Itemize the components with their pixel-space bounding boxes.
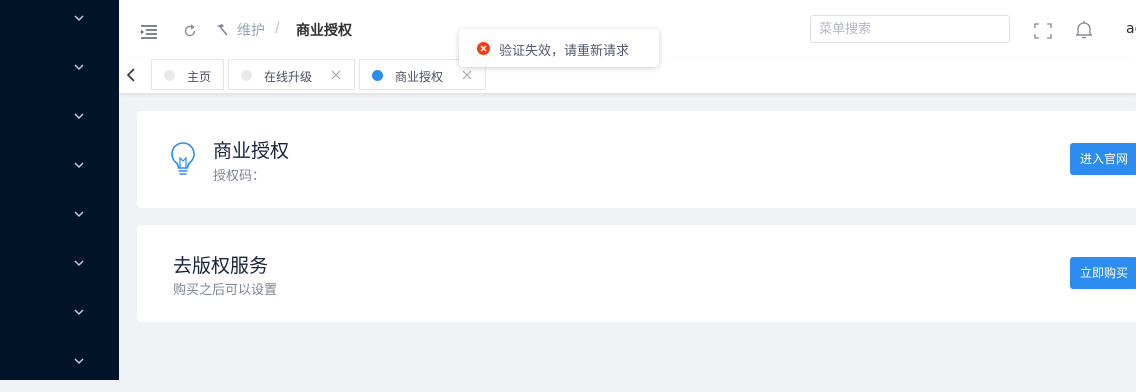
tab-label: 在线升级: [264, 70, 313, 84]
card-title: 去版权服务: [173, 255, 269, 277]
toast-message: 验证失效，请重新请求: [499, 44, 630, 59]
license-code-label: 授权码：: [213, 169, 266, 184]
fullscreen-icon[interactable]: [1034, 23, 1052, 39]
chevron-down-icon: [74, 209, 84, 219]
tab-status-dot: [164, 70, 175, 81]
refresh-icon[interactable]: [183, 23, 197, 37]
copyright-removal-card: 去版权服务 购买之后可以设置 立即购买: [137, 225, 1136, 322]
sidebar-item-4[interactable]: [0, 147, 119, 196]
sidebar-item-2[interactable]: [0, 49, 119, 98]
sidebar-item-3[interactable]: [0, 98, 119, 147]
sidebar-item-7[interactable]: [0, 294, 119, 343]
error-toast: 验证失效，请重新请求: [459, 29, 659, 67]
tab-label: 商业授权: [395, 70, 444, 84]
buy-now-button[interactable]: 立即购买: [1070, 257, 1136, 289]
breadcrumb-item-maintenance[interactable]: 维护: [237, 20, 265, 40]
tab-label: 主页: [187, 70, 212, 84]
chevron-down-icon: [74, 307, 84, 317]
card-title: 商业授权: [213, 140, 290, 162]
tab-online-upgrade[interactable]: 在线升级: [228, 59, 355, 90]
bell-icon[interactable]: [1074, 20, 1094, 40]
close-icon[interactable]: [461, 69, 473, 81]
chevron-down-icon: [74, 62, 84, 72]
chevron-down-icon: [74, 111, 84, 121]
tab-status-dot: [372, 70, 383, 81]
hammer-icon: [215, 22, 229, 36]
chevron-down-icon: [74, 13, 84, 23]
chevron-down-icon: [74, 160, 84, 170]
sidebar-item-8[interactable]: [0, 343, 119, 392]
breadcrumb-item-current: 商业授权: [296, 23, 352, 39]
sidebar-item-1[interactable]: [0, 0, 119, 49]
error-icon: [477, 42, 490, 55]
menu-search-input[interactable]: [810, 15, 1010, 43]
chevron-down-icon: [74, 356, 84, 366]
tab-home[interactable]: 主页: [151, 59, 224, 90]
chevron-down-icon: [74, 258, 84, 268]
sidebar: [0, 0, 119, 380]
lightbulb-icon: [169, 141, 197, 179]
close-icon[interactable]: [330, 69, 342, 81]
breadcrumb-separator: /: [275, 20, 280, 36]
chevron-left-icon[interactable]: [125, 67, 139, 83]
sidebar-item-6[interactable]: [0, 245, 119, 294]
license-card: 商业授权 授权码： 进入官网: [137, 111, 1136, 208]
sidebar-item-5[interactable]: [0, 196, 119, 245]
tab-status-dot: [241, 70, 252, 81]
visit-official-site-button[interactable]: 进入官网: [1070, 143, 1136, 175]
menu-toggle-icon[interactable]: [141, 24, 157, 39]
card-subtitle: 购买之后可以设置: [173, 283, 278, 298]
user-name[interactable]: ad: [1126, 21, 1136, 37]
